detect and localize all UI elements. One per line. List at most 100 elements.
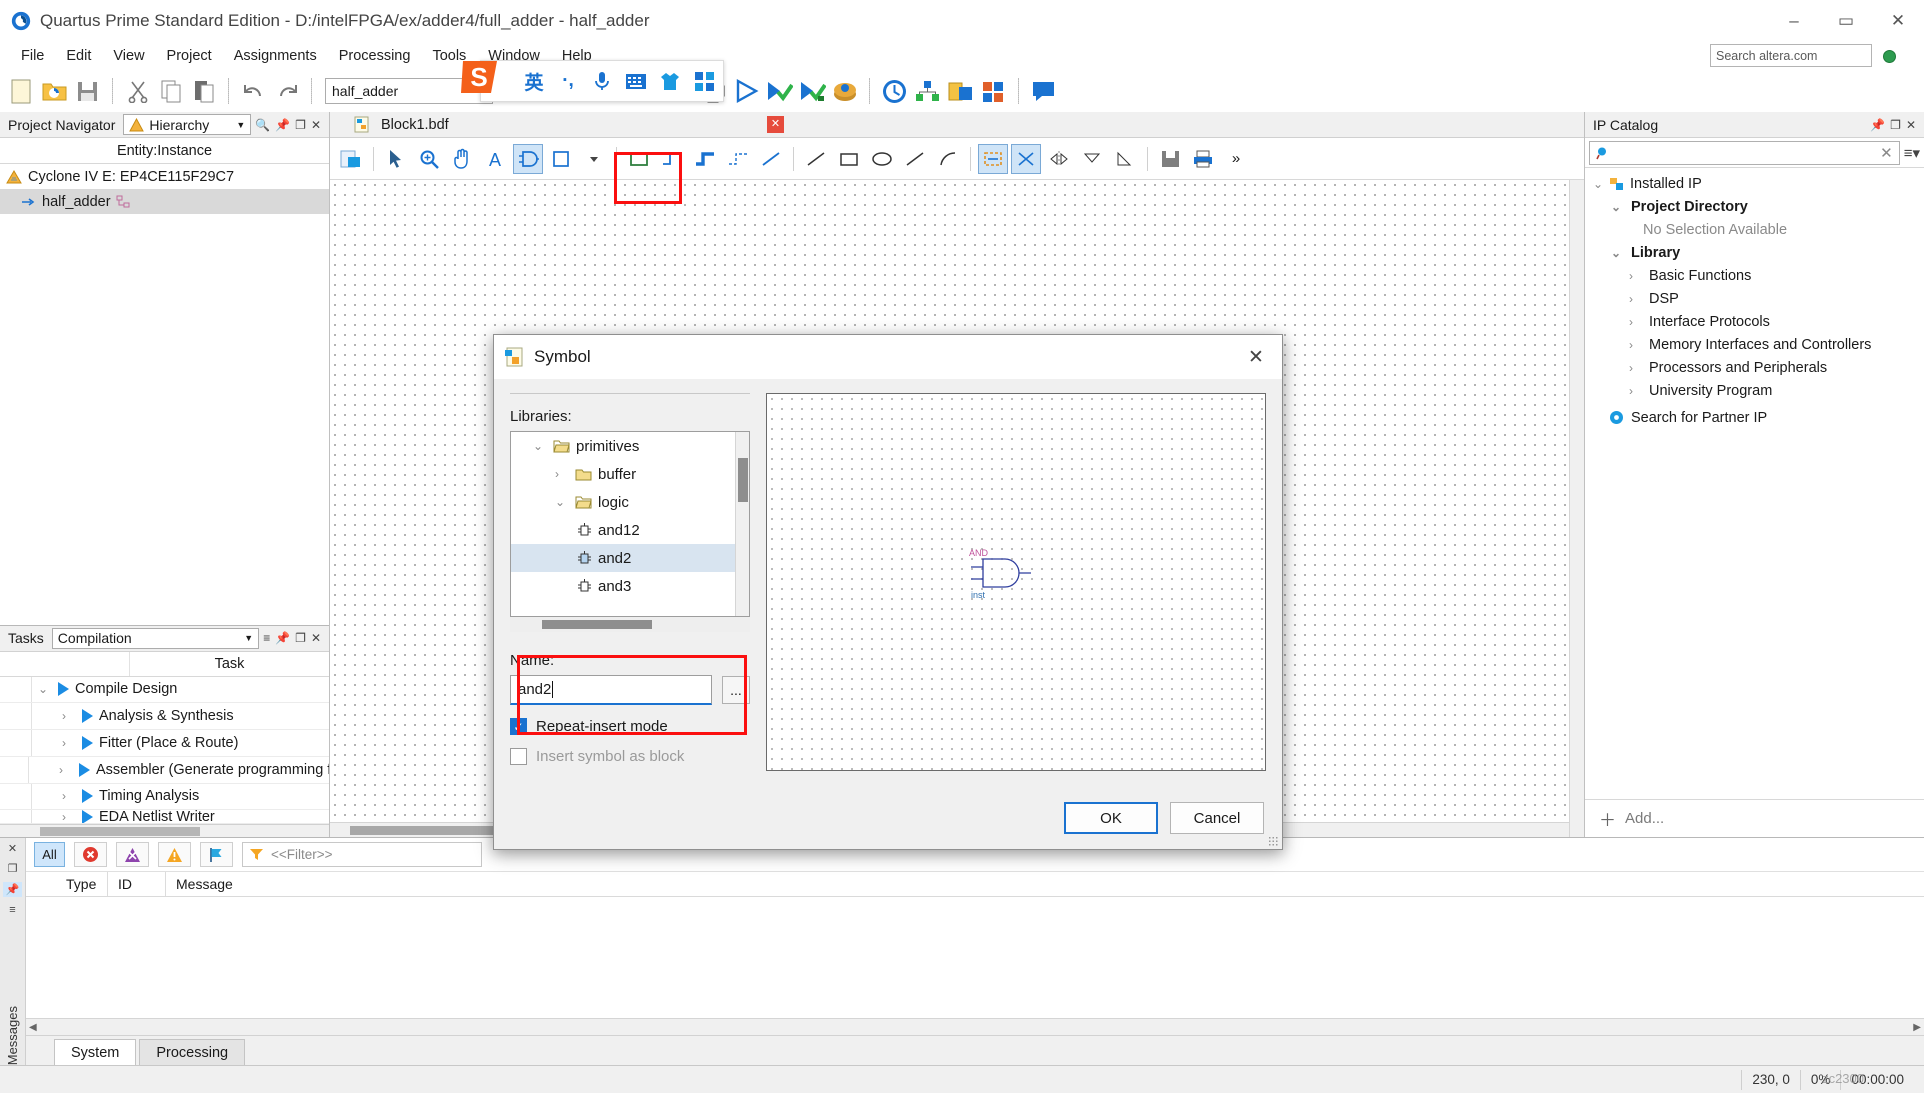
voice-input-icon[interactable] [591, 70, 613, 92]
chevron-right-icon[interactable]: › [62, 736, 76, 750]
run-task-icon[interactable] [79, 762, 90, 777]
altera-search-input[interactable]: Search altera.com [1710, 44, 1872, 67]
symbol-tool-icon[interactable] [513, 143, 543, 174]
assembler-icon[interactable] [829, 76, 860, 107]
close-document-icon[interactable]: ✕ [767, 116, 784, 133]
task-row[interactable]: › EDA Netlist Writer [0, 810, 329, 825]
tab-processing[interactable]: Processing [139, 1039, 246, 1065]
ip-catalog-menu-icon[interactable]: ≡▾ [1904, 144, 1920, 162]
insert-as-block-checkbox[interactable] [510, 748, 527, 765]
chevron-down-icon[interactable]: ⌄ [533, 439, 547, 453]
close-icon[interactable]: ✕ [311, 118, 321, 132]
paste-icon[interactable] [188, 76, 219, 107]
menu-assignments[interactable]: Assignments [223, 46, 328, 66]
restore-icon[interactable]: ❐ [295, 631, 306, 645]
arc-shape-icon[interactable] [933, 144, 963, 174]
new-file-icon[interactable] [6, 76, 37, 107]
library-row-and12[interactable]: and12 [511, 516, 749, 544]
library-row-primitives[interactable]: ⌄ primitives [511, 432, 749, 460]
insert-as-block-row[interactable]: Insert symbol as block [510, 748, 750, 765]
libraries-tree[interactable]: ⌄ primitives › buffer ⌄ logic and12 and2… [510, 431, 750, 617]
canvas-vertical-scrollbar[interactable] [1569, 180, 1584, 837]
symbol-name-input[interactable]: and2 [510, 675, 712, 705]
chevron-right-icon[interactable]: › [555, 467, 569, 481]
hierarchy-view-combo[interactable]: Hierarchy ▼ [123, 114, 252, 135]
start-compilation-icon[interactable] [730, 76, 761, 107]
fitter-icon[interactable] [796, 76, 827, 107]
ip-row-university-program[interactable]: › University Program [1585, 379, 1924, 402]
chevron-right-icon[interactable]: › [62, 709, 76, 723]
save-icon[interactable] [72, 76, 103, 107]
chevron-down-icon[interactable]: ⌄ [1593, 177, 1607, 191]
ip-row-memory-interfaces[interactable]: › Memory Interfaces and Controllers [1585, 333, 1924, 356]
save-schematic-icon[interactable] [1155, 144, 1185, 174]
pin-planner-icon[interactable] [912, 76, 943, 107]
restore-icon[interactable]: ❐ [295, 118, 306, 132]
search-icon[interactable]: 🔍 [255, 118, 270, 132]
run-task-icon[interactable] [58, 682, 69, 697]
chevron-right-icon[interactable]: › [1629, 338, 1643, 352]
tab-system[interactable]: System [54, 1039, 137, 1065]
symbol-preview[interactable]: AND inst [766, 393, 1266, 771]
rectangle-tool-icon[interactable] [624, 144, 654, 174]
run-task-icon[interactable] [82, 709, 93, 724]
libraries-vertical-scrollbar[interactable] [735, 432, 749, 616]
ip-row-processors-peripherals[interactable]: › Processors and Peripherals [1585, 356, 1924, 379]
library-row-buffer[interactable]: › buffer [511, 460, 749, 488]
chevron-right-icon[interactable]: › [1629, 269, 1643, 283]
ip-row-library[interactable]: ⌄ Library [1585, 241, 1924, 264]
skin-icon[interactable] [659, 72, 681, 91]
close-button[interactable]: ✕ [1872, 0, 1924, 42]
menu-edit[interactable]: Edit [55, 46, 102, 66]
copy-icon[interactable] [155, 76, 186, 107]
scrollbar-thumb[interactable] [542, 620, 652, 629]
rectangle-shape-icon[interactable] [834, 144, 864, 174]
messages-horizontal-scrollbar[interactable]: ◀ ▶ [26, 1018, 1924, 1035]
zoom-tool-icon[interactable] [414, 144, 444, 174]
tree-node-device[interactable]: Cyclone IV E: EP4CE115F29C7 [0, 164, 329, 189]
ip-row-basic-functions[interactable]: › Basic Functions [1585, 264, 1924, 287]
chevron-down-icon[interactable]: ⌄ [1611, 246, 1625, 260]
messages-list[interactable] [26, 897, 1924, 1018]
run-task-icon[interactable] [82, 789, 93, 804]
task-row[interactable]: ⌄ Compile Design [0, 676, 329, 704]
browse-symbol-button[interactable]: ... [722, 676, 750, 704]
restore-icon[interactable]: ❐ [1890, 118, 1901, 132]
soft-keyboard-icon[interactable] [625, 73, 647, 90]
sogou-logo-icon[interactable]: S [459, 55, 505, 99]
analysis-synthesis-icon[interactable] [763, 76, 794, 107]
block-tool-icon[interactable] [546, 144, 576, 174]
symbol-dropdown-icon[interactable] [579, 144, 609, 174]
task-row[interactable]: › Timing Analysis [0, 783, 329, 811]
ip-row-interface-protocols[interactable]: › Interface Protocols [1585, 310, 1924, 333]
chevron-right-icon[interactable]: › [59, 763, 73, 777]
scrollbar-thumb[interactable] [40, 827, 200, 837]
messages-filter-input[interactable]: <<Filter>> [242, 842, 482, 867]
menu-project[interactable]: Project [156, 46, 223, 66]
ip-row-search-partner-ip[interactable]: Search for Partner IP [1585, 406, 1924, 429]
chevron-right-icon[interactable]: › [1629, 315, 1643, 329]
menu-view[interactable]: View [102, 46, 155, 66]
pin-icon[interactable]: 📌 [1870, 118, 1885, 132]
filter-warning-button[interactable] [158, 842, 191, 867]
scrollbar-thumb[interactable] [738, 458, 748, 502]
message-icon[interactable] [1028, 76, 1059, 107]
chevron-right-icon[interactable]: › [1629, 384, 1643, 398]
minimize-button[interactable]: – [1768, 0, 1820, 42]
ip-row-project-directory[interactable]: ⌄ Project Directory [1585, 195, 1924, 218]
pin-icon[interactable]: 📌 [275, 118, 290, 132]
cut-icon[interactable] [122, 76, 153, 107]
resize-grip[interactable] [1268, 836, 1278, 846]
programmer-icon[interactable] [945, 76, 976, 107]
oval-shape-icon[interactable] [867, 144, 897, 174]
redo-icon[interactable] [271, 76, 302, 107]
project-navigator-tree[interactable]: Cyclone IV E: EP4CE115F29C7 half_adder [0, 164, 329, 625]
document-tab-block1[interactable]: Block1.bdf [371, 117, 459, 133]
altera-globe-icon[interactable] [1883, 50, 1896, 63]
library-row-and2[interactable]: and2 [511, 544, 749, 572]
rubber-banding-icon[interactable] [978, 143, 1008, 174]
partial-line-selection-icon[interactable] [1011, 143, 1041, 174]
task-flow-combo[interactable]: Compilation ▼ [51, 627, 260, 649]
tree-node-half-adder[interactable]: half_adder [0, 189, 329, 214]
task-row[interactable]: › Analysis & Synthesis [0, 703, 329, 731]
